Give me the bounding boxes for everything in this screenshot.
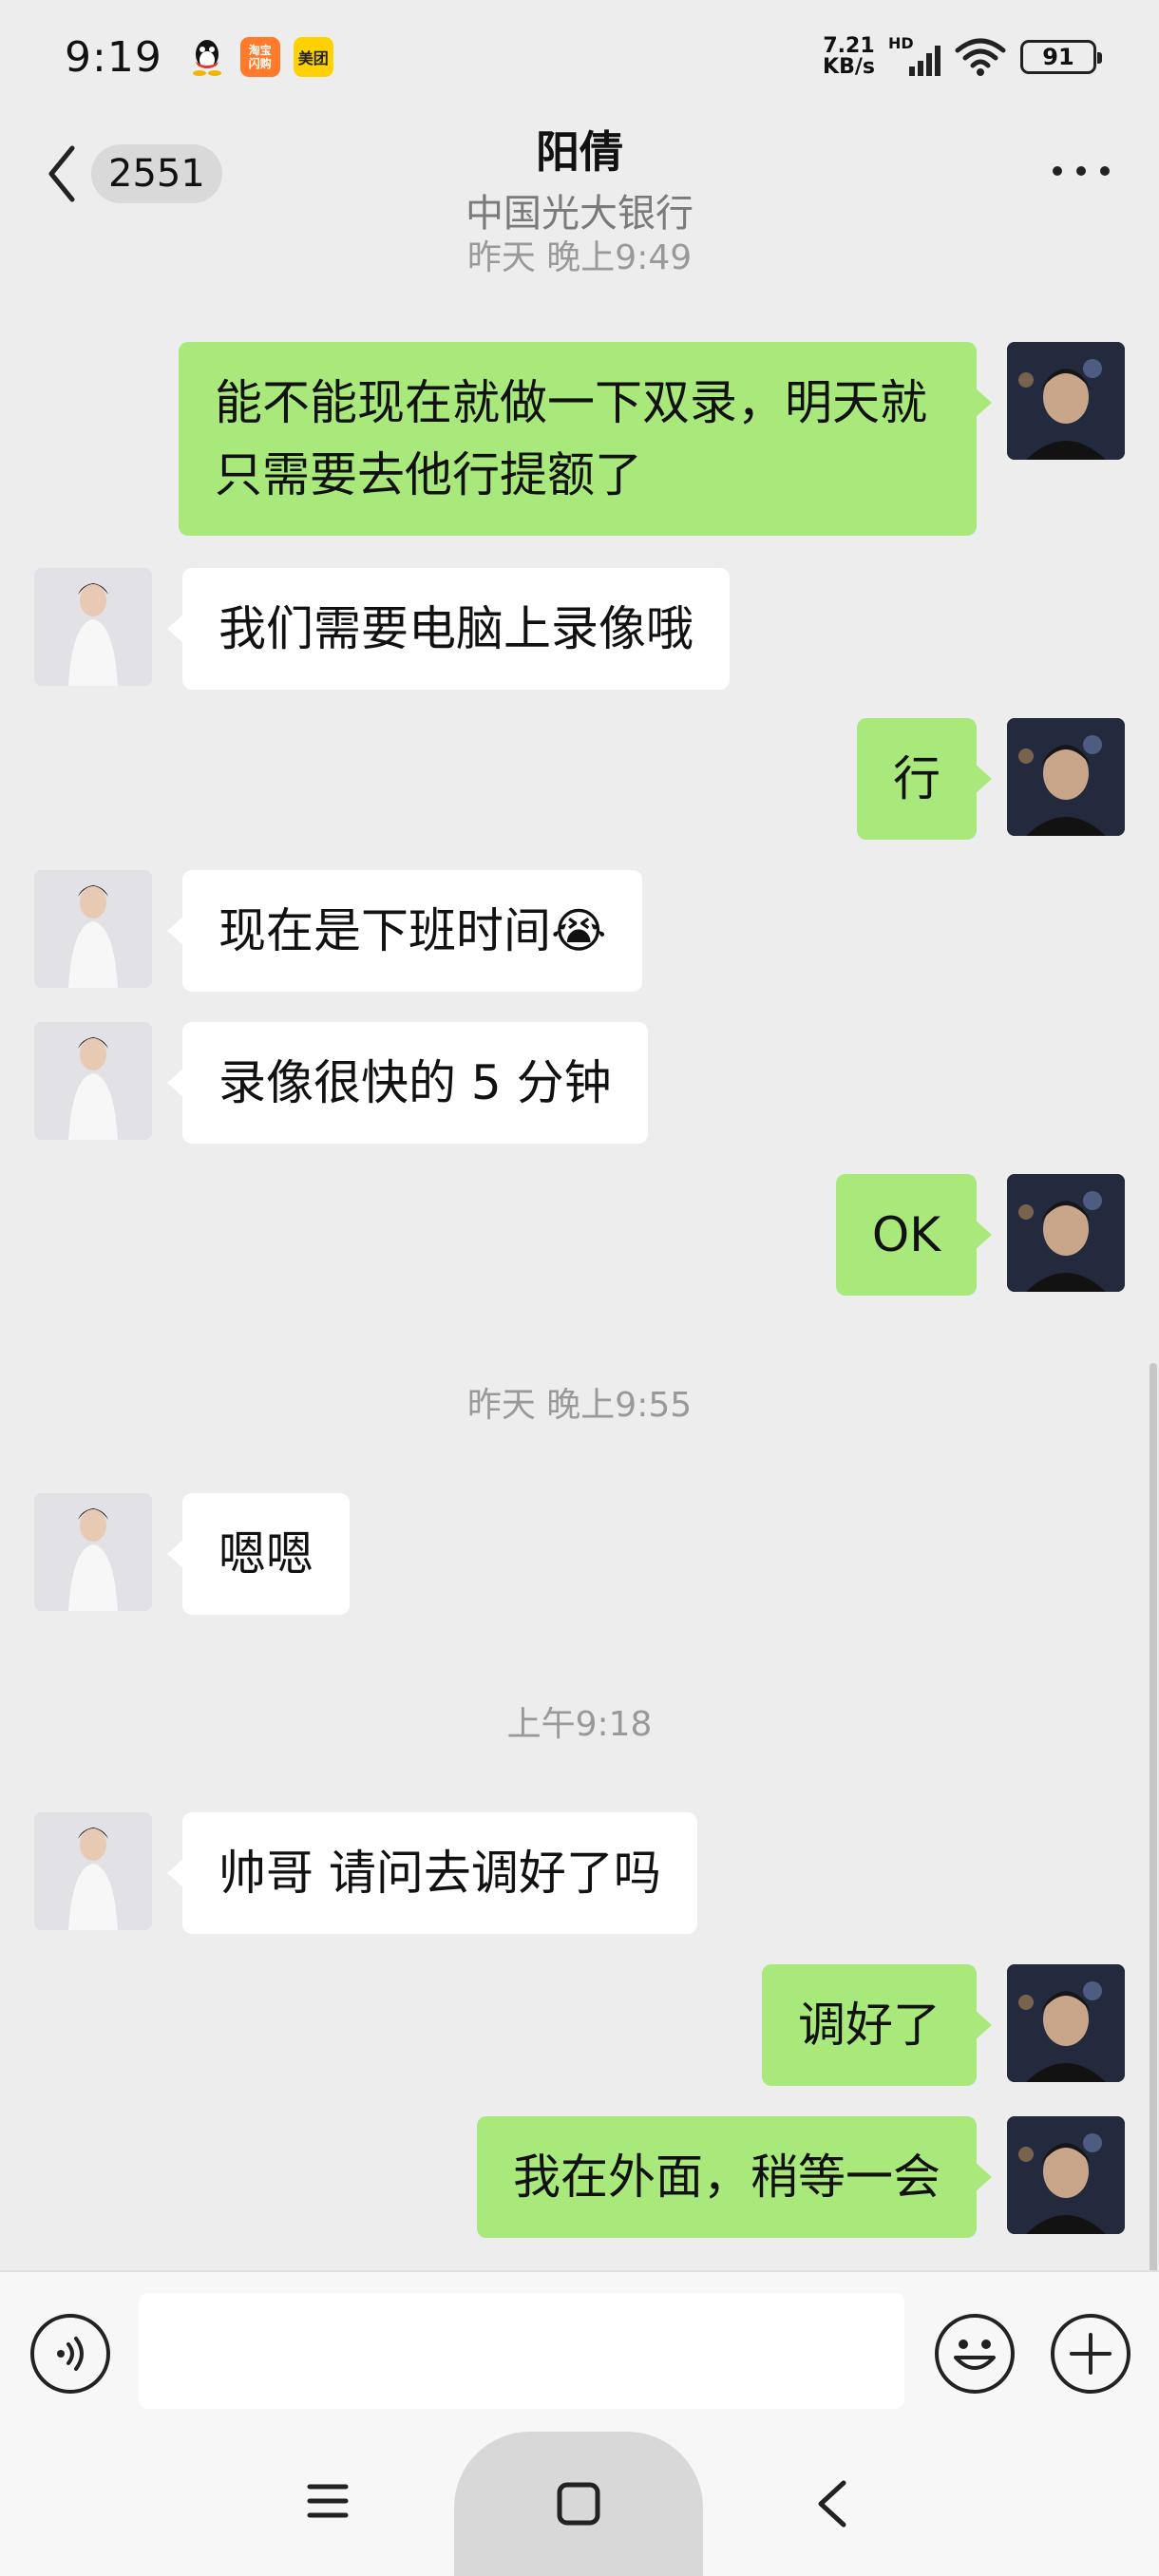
dot-icon (1053, 166, 1062, 176)
meituan-icon: 美团 (293, 37, 333, 77)
status-bar: 9:19 淘宝 闪购 美团 7.21 KB/s HD 91 (0, 0, 1159, 114)
menu-icon[interactable] (306, 2479, 350, 2523)
meituan-icon-label: 美团 (297, 49, 329, 67)
wifi-icon (955, 38, 1006, 76)
more-functions-button[interactable] (1051, 2314, 1130, 2394)
network-speed-value: 7.21 (823, 34, 875, 58)
status-indicators: 7.21 KB/s HD 91 (823, 34, 1102, 78)
message-bubble-sent[interactable]: 调好了 (762, 1964, 992, 2086)
chat-header: 2551 阳倩 中国光大银行 (0, 114, 1159, 237)
message-bubble-received[interactable]: 我们需要电脑上录像哦 (167, 568, 730, 690)
contact-organization: 中国光大银行 (466, 192, 694, 236)
message-bubble-received[interactable]: 嗯嗯 (167, 1493, 350, 1615)
message-bubble-received[interactable]: 录像很快的 5 分钟 (167, 1022, 648, 1144)
hd-label: HD (888, 34, 914, 52)
network-speed: 7.21 KB/s (823, 36, 875, 78)
timestamp: 昨天 晚上9:55 (466, 1386, 693, 1425)
my-avatar[interactable] (1007, 2116, 1125, 2234)
dot-icon (1100, 166, 1110, 176)
emoji-icon (954, 2339, 996, 2370)
qq-icon (187, 37, 227, 77)
home-button[interactable] (454, 2432, 703, 2576)
timestamp: 上午9:18 (506, 1705, 653, 1744)
message-bubble-received[interactable]: 帅哥 请问去调好了吗 (167, 1812, 697, 1934)
message-input-bar (0, 2270, 1159, 2432)
message-bubble-sent[interactable]: OK (835, 1174, 993, 1296)
status-time: 9:19 (65, 32, 162, 82)
message-bubble-sent[interactable]: 行 (857, 718, 992, 840)
emoji-button[interactable] (935, 2314, 1015, 2394)
taobao-icon: 淘宝 闪购 (239, 37, 280, 77)
voice-input-button[interactable] (30, 2314, 110, 2394)
chat-message-list[interactable]: 昨天 晚上9:49 能不能现在就做一下双录，明天就只需要去他行提额了 我们需要电… (0, 237, 1159, 2270)
contact-avatar[interactable] (34, 1022, 152, 1140)
message-bubble-received[interactable]: 现在是下班时间😭 (166, 870, 643, 992)
timestamp: 昨天 晚上9:49 (466, 238, 693, 277)
system-navigation-bar (0, 2432, 1159, 2576)
signal-icon: HD (888, 34, 940, 76)
taobao-icon-label: 淘宝 闪购 (248, 44, 272, 70)
message-bubble-sent[interactable]: 我在外面，稍等一会 (477, 2116, 992, 2238)
back-icon[interactable] (813, 2477, 851, 2530)
my-avatar[interactable] (1007, 1174, 1125, 1292)
message-input[interactable] (139, 2293, 904, 2409)
battery-icon: 91 (1020, 40, 1102, 74)
plus-icon (1070, 2333, 1112, 2375)
contact-avatar[interactable] (34, 568, 152, 686)
my-avatar[interactable] (1007, 1964, 1125, 2082)
chat-scrollbar[interactable] (1150, 1363, 1157, 2270)
battery-level: 91 (1042, 44, 1074, 70)
more-options-button[interactable] (1053, 161, 1110, 180)
my-avatar[interactable] (1007, 342, 1125, 460)
contact-avatar[interactable] (34, 1812, 152, 1930)
my-avatar[interactable] (1007, 718, 1125, 836)
voice-icon (57, 2337, 84, 2371)
home-icon (557, 2482, 600, 2526)
message-bubble-sent[interactable]: 能不能现在就做一下双录，明天就只需要去他行提额了 (179, 342, 992, 536)
network-speed-unit: KB/s (823, 55, 875, 79)
contact-avatar[interactable] (34, 870, 152, 988)
contact-avatar[interactable] (34, 1493, 152, 1611)
contact-name: 阳倩 (536, 126, 623, 178)
dot-icon (1076, 166, 1086, 176)
